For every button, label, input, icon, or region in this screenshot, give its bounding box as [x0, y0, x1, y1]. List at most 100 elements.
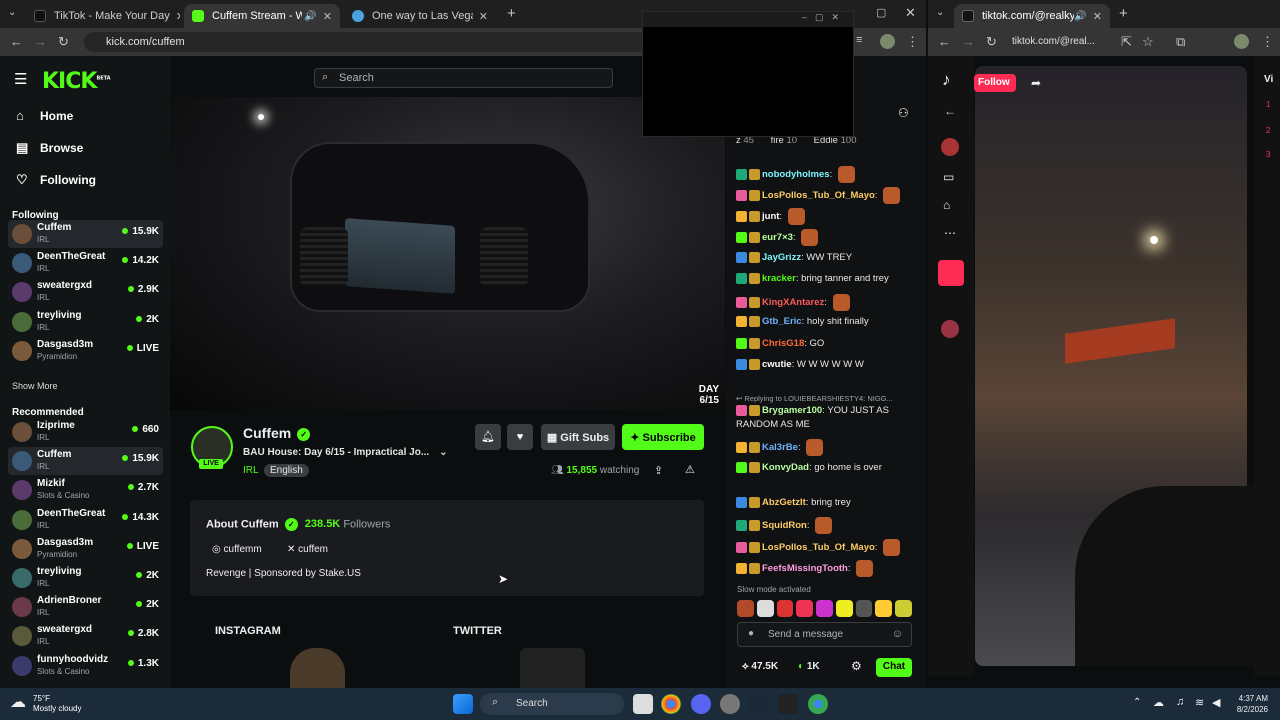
browser-menu-icon[interactable]: ⋮ [1261, 34, 1274, 50]
tiktok-video[interactable] [975, 66, 1255, 666]
reload-icon[interactable]: ↻ [986, 34, 997, 50]
language-tag[interactable]: English [264, 464, 309, 477]
chat-settings-icon[interactable]: ⚙ [851, 659, 862, 673]
chat-username[interactable]: Kal3rBe [762, 442, 798, 453]
emote-icon[interactable] [835, 600, 853, 617]
chat-send-button[interactable]: Chat [876, 658, 912, 677]
tab-kick-stream[interactable]: Cuffem Stream - Watch Live 🔊 ✕ [184, 4, 340, 28]
emote-icon[interactable] [816, 600, 833, 617]
emote-icon[interactable] [895, 600, 913, 617]
chat-username[interactable]: ChrisG18 [762, 338, 804, 349]
reload-icon[interactable]: ↻ [58, 34, 69, 50]
gift-subs-button[interactable]: ▦ Gift Subs [541, 424, 615, 450]
chevron-down-icon[interactable]: ⌄ [439, 447, 447, 458]
window-close-icon[interactable]: ✕ [905, 5, 916, 21]
emote-icon[interactable] [875, 600, 893, 617]
subscribe-button[interactable]: ✦ Subscribe [622, 424, 704, 450]
close-tab-icon[interactable]: ✕ [317, 10, 332, 23]
twitter-link[interactable]: ✕ cuffem [287, 544, 328, 555]
emote-icon[interactable] [855, 600, 873, 617]
profile-avatar-icon[interactable] [880, 34, 895, 49]
notification-bell-button[interactable]: 🔔︎ [475, 424, 501, 450]
popup-window[interactable]: –▢✕ [642, 11, 854, 137]
speaker-icon[interactable]: 🔊 [1074, 11, 1086, 22]
discord-icon[interactable] [691, 694, 711, 714]
emote-icon[interactable] [832, 294, 850, 311]
bookmark-star-icon[interactable]: ☆ [1142, 34, 1154, 50]
open-external-icon[interactable]: ⇱ [1121, 34, 1132, 50]
minimize-icon[interactable]: – [802, 12, 815, 22]
chrome-icon[interactable] [661, 694, 681, 714]
channel-item[interactable]: sweatergxd IRL 2.8K [8, 622, 163, 650]
chat-message-input[interactable]: ● Send a message ☺ [737, 622, 912, 647]
chat-username[interactable]: KonvyDad [762, 462, 809, 473]
taskbar-search[interactable]: ⌕ Search [480, 693, 624, 715]
forward-icon[interactable]: → [962, 34, 975, 49]
emote-icon[interactable] [801, 229, 819, 246]
channel-item[interactable]: Dasgasd3m Pyramidion LIVE [8, 535, 163, 563]
nav-home[interactable]: ⌂ Home [16, 108, 73, 123]
back-arrow-icon[interactable]: ← [944, 104, 956, 118]
close-icon[interactable]: ✕ [831, 12, 847, 22]
speaker-icon[interactable]: 🔊 [304, 11, 316, 22]
url-field[interactable]: tiktok.com/@real... [1012, 32, 1112, 52]
weather-icon[interactable]: ☁ [10, 692, 26, 712]
profile-avatar-icon[interactable] [1234, 34, 1249, 49]
channel-item[interactable]: Cuffem IRL 15.9K [8, 447, 163, 476]
show-more-link[interactable]: Show More [12, 381, 58, 391]
emote-icon[interactable] [883, 187, 901, 204]
maximize-icon[interactable]: ▢ [815, 12, 832, 22]
close-tab-icon[interactable]: ✕ [170, 10, 180, 23]
chat-username[interactable]: eur7×3 [762, 232, 793, 243]
video-camera-icon[interactable]: ▭ [943, 170, 954, 184]
channel-item[interactable]: funnyhoodvidz Slots & Casino 1.3K [8, 652, 163, 680]
close-tab-icon[interactable]: ✕ [1087, 10, 1102, 23]
chat-username[interactable]: SquidRon [762, 520, 807, 531]
browser-menu-icon[interactable]: ⋮ [906, 34, 919, 50]
emote-icon[interactable] [837, 166, 855, 183]
tray-overflow-icon[interactable]: ⌃ [1133, 697, 1141, 708]
profile-avatar[interactable] [941, 138, 959, 156]
chat-username[interactable]: LosPollos_Tub_Of_Mayo [762, 542, 875, 553]
more-icon[interactable]: ⋯ [944, 226, 956, 240]
chat-username[interactable]: JayGrizz [762, 252, 801, 263]
forward-icon[interactable]: → [34, 34, 47, 49]
tab-google-flights[interactable]: One way to Las Vegas | Google ✕ [344, 4, 496, 28]
emoji-icon[interactable]: ☺ [892, 628, 903, 640]
nav-following[interactable]: ♡ Following [16, 172, 96, 188]
chat-username[interactable]: junt [762, 211, 779, 222]
emote-icon[interactable] [787, 208, 805, 225]
chat-username[interactable]: LosPollos_Tub_Of_Mayo [762, 190, 875, 201]
emote-icon[interactable] [856, 560, 874, 577]
hamburger-menu-icon[interactable]: ☰ [14, 70, 27, 88]
extensions-icon[interactable]: ≡ [856, 34, 862, 46]
chat-username[interactable]: cwutie [762, 359, 792, 370]
extensions-icon[interactable]: ⧉ [1176, 34, 1185, 50]
tab-tiktok[interactable]: TikTok - Make Your Day ✕ [26, 4, 180, 28]
search-input[interactable]: ⌕ Search [314, 68, 613, 88]
follow-heart-button[interactable]: ♥ [507, 424, 533, 450]
explore-button[interactable] [938, 260, 964, 286]
channel-item[interactable]: DeenTheGreat IRL 14.3K [8, 506, 163, 534]
channel-item[interactable]: DeenTheGreat IRL 14.2K [8, 249, 163, 277]
stream-category[interactable]: IRL [243, 465, 259, 476]
clock[interactable]: 4:37 AM 8/2/2026 [1222, 693, 1268, 715]
channel-item[interactable]: Cuffem IRL 15.9K [8, 220, 163, 248]
wifi-icon[interactable]: ≋ [1195, 696, 1204, 709]
home-icon[interactable]: ⌂ [943, 198, 950, 212]
chat-username[interactable]: AbzGetzIt [762, 497, 806, 508]
steam-icon[interactable] [749, 694, 769, 714]
back-icon[interactable]: ← [10, 34, 23, 49]
app-icon[interactable] [720, 694, 740, 714]
channel-item[interactable]: Dasgasd3m Pyramidion LIVE [8, 337, 163, 365]
new-tab-icon[interactable]: + [507, 5, 516, 22]
epic-games-icon[interactable] [778, 694, 798, 714]
tiktok-logo-icon[interactable]: ♪ [942, 70, 951, 90]
channel-item[interactable]: treyliving IRL 2K [8, 308, 163, 336]
chat-username[interactable]: kracker [762, 273, 796, 284]
chrome-icon[interactable] [808, 694, 828, 714]
emote-icon[interactable] [796, 600, 814, 617]
task-view-icon[interactable] [633, 694, 653, 714]
emote-icon[interactable] [756, 600, 774, 617]
streamer-name[interactable]: Cuffem ✓ [243, 425, 311, 441]
